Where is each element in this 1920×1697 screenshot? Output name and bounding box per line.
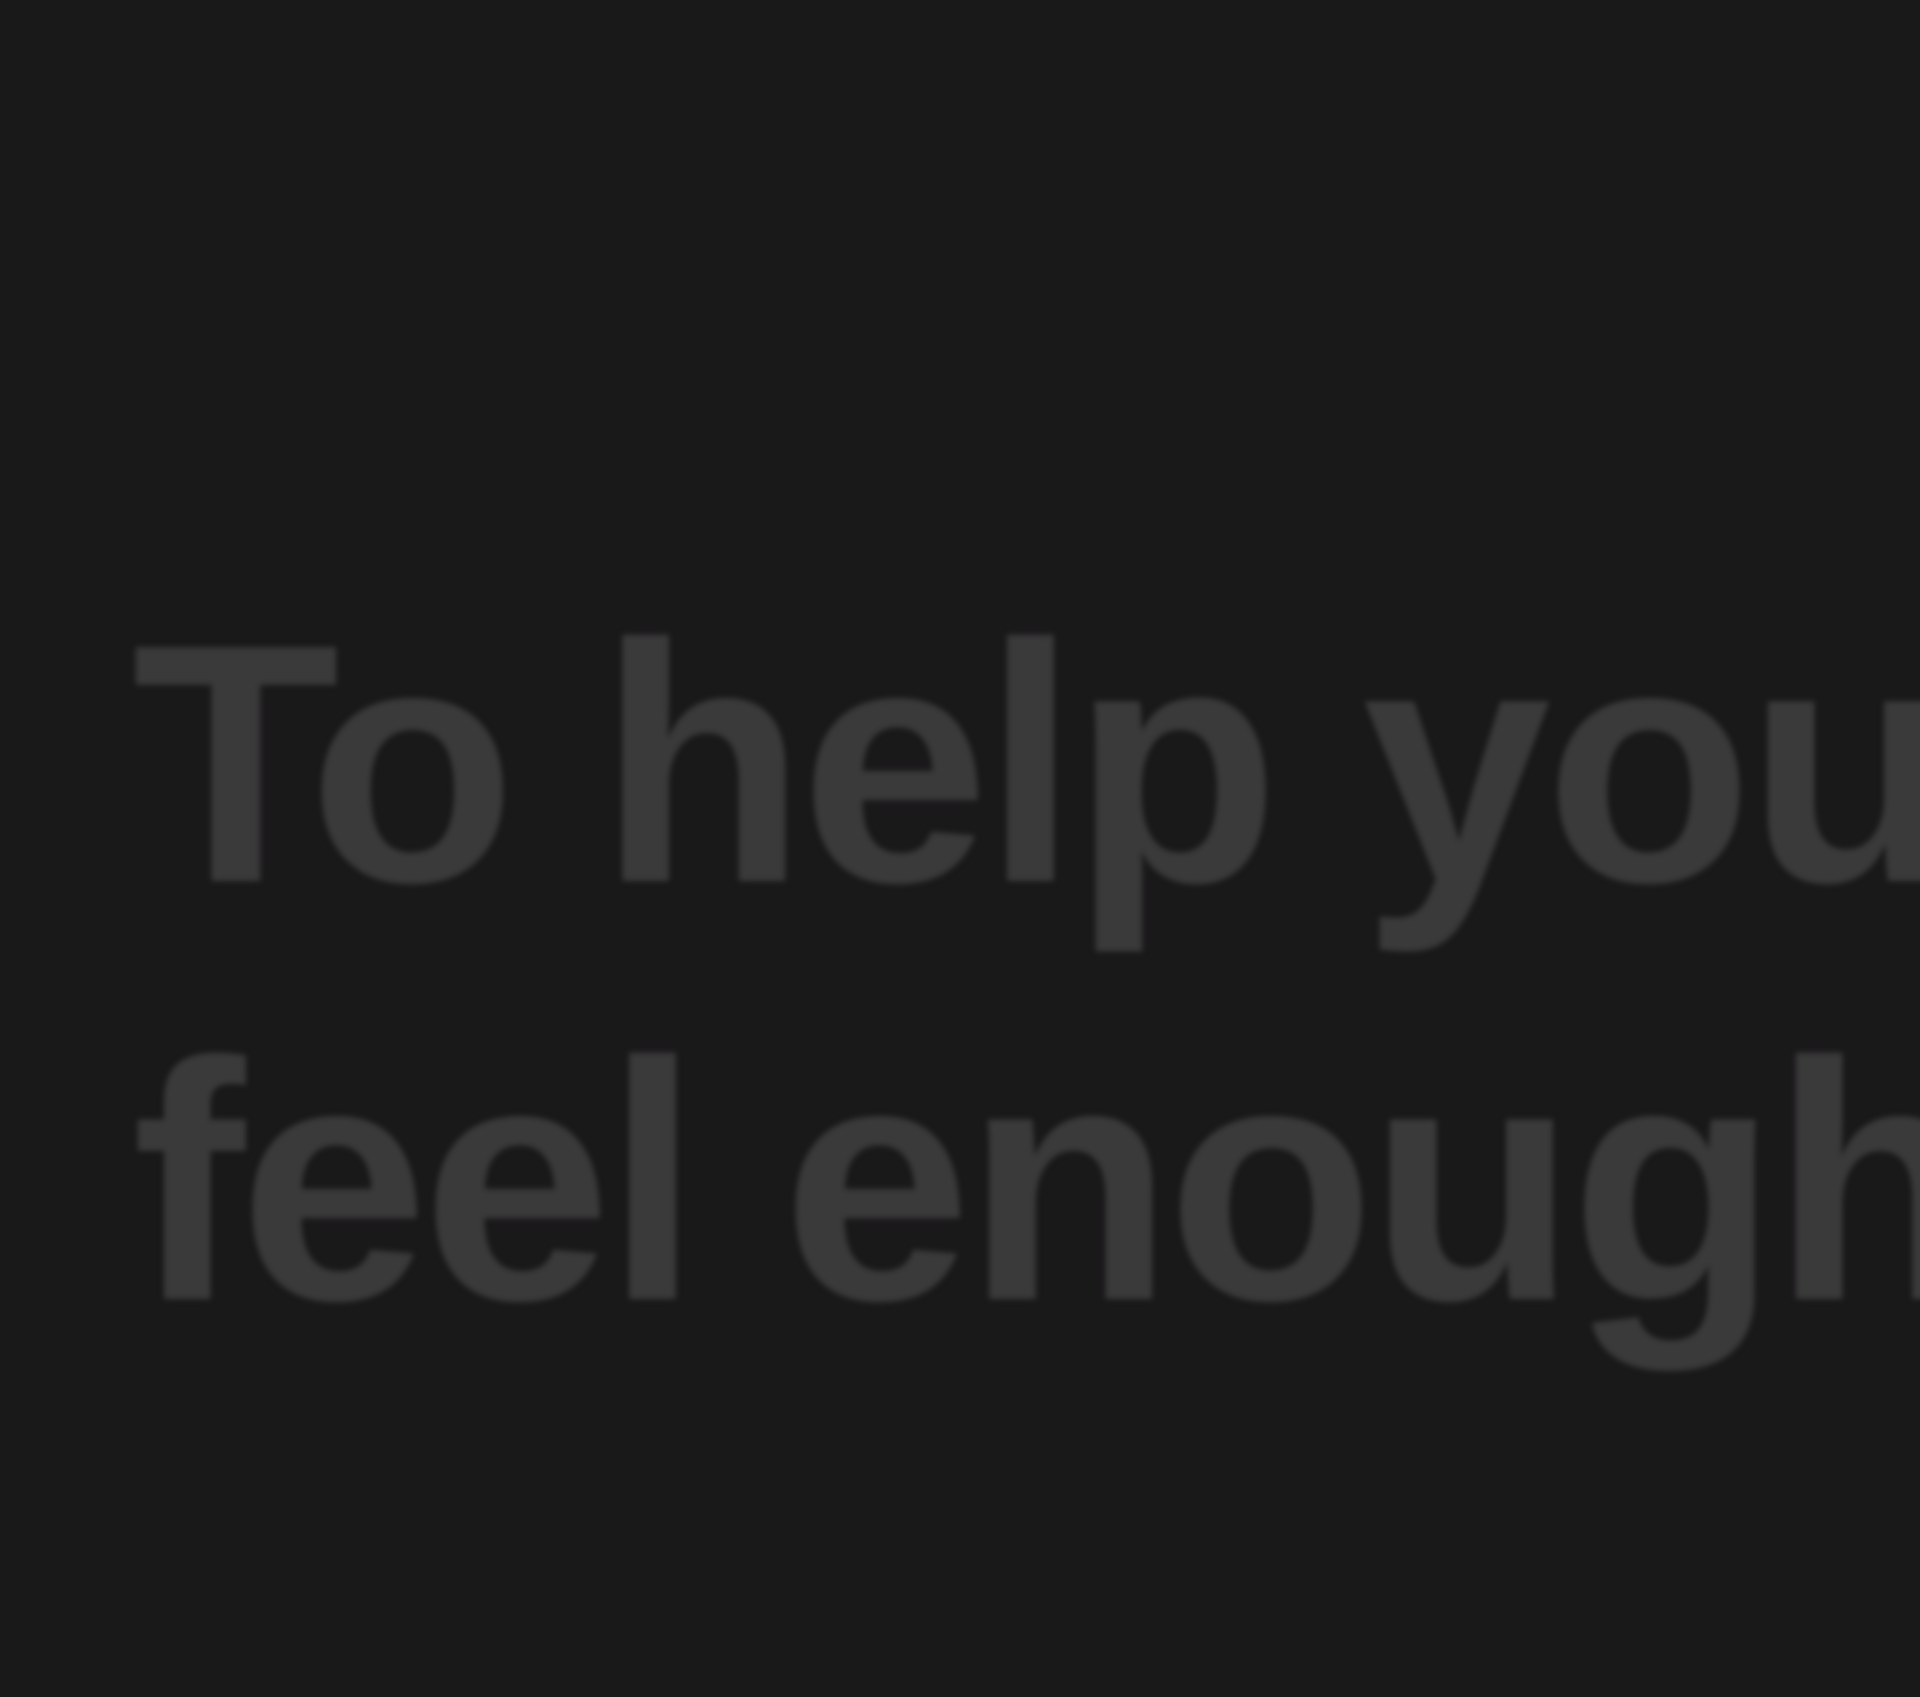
headline-line-1: To help you xyxy=(132,574,1920,954)
app-screen: To help you feel enough xyxy=(0,0,1920,1697)
headline: To help you feel enough xyxy=(132,555,1920,1391)
headline-line-2: feel enough xyxy=(132,992,1920,1372)
